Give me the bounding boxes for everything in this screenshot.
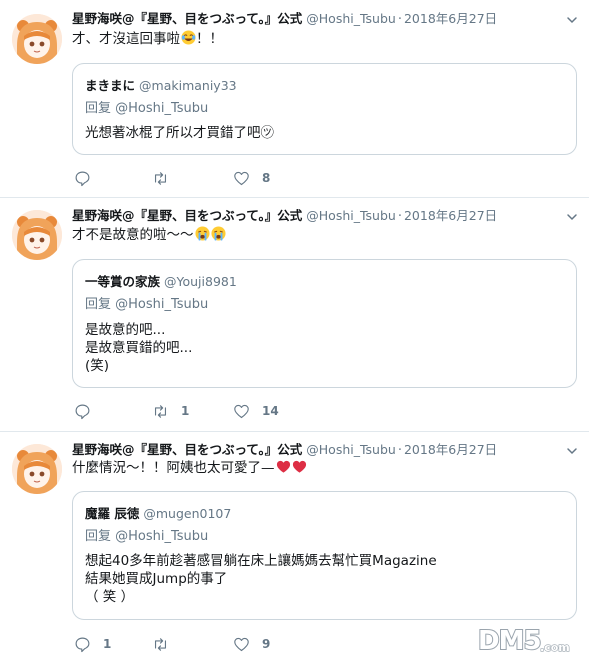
avatar-image bbox=[12, 444, 62, 494]
like-count: 8 bbox=[262, 171, 271, 185]
avatar[interactable] bbox=[12, 14, 62, 64]
retweet-count: 1 bbox=[181, 404, 190, 418]
separator-dot: · bbox=[397, 209, 402, 224]
tweet-text-body: 才不是故意的啦～～ bbox=[72, 227, 194, 243]
tweet-text: 才、才沒這回事啦 ！！ bbox=[72, 30, 223, 49]
tweet-actions: 8 bbox=[72, 168, 372, 188]
reply-button[interactable] bbox=[74, 168, 103, 188]
tweet-date[interactable]: 2018年6月27日 bbox=[404, 442, 497, 457]
quoted-author-name: まきまに bbox=[85, 78, 136, 93]
like-button[interactable]: 8 bbox=[233, 168, 270, 188]
like-count: 9 bbox=[262, 637, 271, 651]
reply-to-label: 回复 @Hoshi_Tsubu bbox=[85, 297, 209, 312]
retweet-icon bbox=[154, 404, 167, 418]
joy-emoji bbox=[181, 30, 196, 45]
retweet-icon bbox=[154, 171, 167, 185]
reply-button[interactable] bbox=[74, 401, 103, 421]
tweet-text-suffix: ！！ bbox=[196, 31, 223, 47]
tweet-date[interactable]: 2018年6月27日 bbox=[404, 208, 497, 223]
tweet-text-body: 才、才沒這回事啦 bbox=[72, 31, 180, 47]
chevron-down-icon[interactable] bbox=[566, 14, 578, 26]
author-name[interactable]: 星野海咲@『星野、目をつぶって。』公式 bbox=[72, 442, 302, 457]
tweet[interactable]: 星野海咲@『星野、目をつぶって。』公式 @Hoshi_Tsubu · 2018年6月2… bbox=[0, 0, 589, 197]
avatar-image bbox=[12, 210, 62, 260]
quoted-author-name: 魔羅 辰徳 bbox=[85, 506, 140, 521]
tweet-header: 星野海咲@『星野、目をつぶって。』公式 @Hoshi_Tsubu · 2018年6月2… bbox=[72, 10, 497, 29]
quoted-author-name: 一等賞の家族 bbox=[85, 274, 161, 289]
quoted-author-handle: @mugen0107 bbox=[143, 506, 232, 521]
quoted-tweet[interactable]: 一等賞の家族 @Youji8981 回复 @Hoshi_Tsubu 是故意的吧..… bbox=[72, 259, 577, 388]
quoted-tweet[interactable]: まきまに @makimaniy33 回复 @Hoshi_Tsubu 光想著冰棍了所… bbox=[72, 63, 577, 155]
like-count: 14 bbox=[262, 404, 279, 418]
tweet-text-body: 什麼情況～！！阿姨也太可愛了— bbox=[72, 460, 275, 476]
reply-to-label: 回复 @Hoshi_Tsubu bbox=[85, 529, 209, 544]
chevron-down-icon[interactable] bbox=[566, 211, 578, 223]
dm5-watermark-logo: DM5 DM5 .com .com bbox=[476, 622, 580, 657]
quoted-text-line: 想起40多年前趁著感冒躺在床上讓媽媽去幫忙買Magazine bbox=[85, 553, 437, 569]
heart-icon bbox=[234, 637, 249, 651]
quoted-text-line: 是故意買錯的吧... bbox=[85, 340, 193, 356]
reply-icon bbox=[75, 404, 90, 419]
retweet-button[interactable] bbox=[152, 634, 181, 654]
quoted-author-handle: @Youji8981 bbox=[164, 274, 237, 289]
like-button[interactable]: 9 bbox=[233, 634, 270, 654]
retweet-button[interactable] bbox=[152, 168, 181, 188]
tweet-text: 才不是故意的啦～～ bbox=[72, 226, 226, 245]
avatar[interactable] bbox=[12, 210, 62, 260]
tweet-text: 什麼情況～！！阿姨也太可愛了— bbox=[72, 459, 307, 478]
reply-button[interactable]: 1 bbox=[74, 634, 111, 654]
retweet-icon bbox=[154, 637, 167, 651]
quoted-text-line: 結果她買成Jump的事了 bbox=[85, 571, 228, 587]
tweet-header: 星野海咲@『星野、目をつぶって。』公式 @Hoshi_Tsubu · 2018年6月2… bbox=[72, 441, 497, 460]
quoted-header: 魔羅 辰徳 @mugen0107 bbox=[85, 505, 231, 524]
author-name[interactable]: 星野海咲@『星野、目をつぶって。』公式 bbox=[72, 208, 302, 223]
reply-count: 1 bbox=[103, 637, 112, 651]
quoted-header: まきまに @makimaniy33 bbox=[85, 77, 237, 96]
avatar-image bbox=[12, 14, 62, 64]
svg-text:.com: .com bbox=[540, 641, 570, 654]
reply-icon bbox=[75, 171, 90, 186]
reply-icon bbox=[75, 637, 90, 652]
tweet-actions: 1 9 bbox=[72, 634, 372, 654]
heart-icon bbox=[234, 171, 249, 185]
tweet-header: 星野海咲@『星野、目をつぶって。』公式 @Hoshi_Tsubu · 2018年6月2… bbox=[72, 207, 497, 226]
crying-emoji bbox=[210, 226, 226, 241]
chevron-down-icon[interactable] bbox=[566, 445, 578, 457]
quoted-text-line: 是故意的吧... bbox=[85, 322, 166, 338]
crying-emoji bbox=[194, 226, 210, 241]
reply-to-label: 回复 @Hoshi_Tsubu bbox=[85, 101, 209, 116]
author-handle[interactable]: @Hoshi_Tsubu bbox=[306, 11, 396, 26]
quoted-author-handle: @makimaniy33 bbox=[139, 78, 237, 93]
author-handle[interactable]: @Hoshi_Tsubu bbox=[306, 442, 396, 457]
svg-text:DM5: DM5 bbox=[478, 626, 541, 656]
like-button[interactable]: 14 bbox=[233, 401, 279, 421]
quoted-header: 一等賞の家族 @Youji8981 bbox=[85, 273, 237, 292]
author-handle[interactable]: @Hoshi_Tsubu bbox=[306, 208, 396, 223]
heart-icon bbox=[234, 404, 249, 418]
heart-emoji bbox=[292, 459, 307, 474]
quoted-text-line: （ 笑 ） bbox=[85, 589, 135, 605]
tweet-actions: 1 14 bbox=[72, 401, 372, 421]
heart-emoji bbox=[276, 459, 291, 474]
quoted-text-line: (笑) bbox=[85, 358, 110, 374]
tweet-date[interactable]: 2018年6月27日 bbox=[404, 11, 497, 26]
avatar[interactable] bbox=[12, 444, 62, 494]
quoted-tweet[interactable]: 魔羅 辰徳 @mugen0107 回复 @Hoshi_Tsubu 想起40多年前趁… bbox=[72, 491, 577, 620]
tweet[interactable]: 星野海咲@『星野、目をつぶって。』公式 @Hoshi_Tsubu · 2018年6月2… bbox=[0, 198, 589, 431]
separator-dot: · bbox=[397, 12, 402, 27]
retweet-button[interactable]: 1 bbox=[152, 401, 189, 421]
quoted-text-line: 光想著冰棍了所以才買錯了吧㋡ bbox=[85, 125, 274, 141]
separator-dot: · bbox=[397, 443, 402, 458]
author-name[interactable]: 星野海咲@『星野、目をつぶって。』公式 bbox=[72, 11, 302, 26]
